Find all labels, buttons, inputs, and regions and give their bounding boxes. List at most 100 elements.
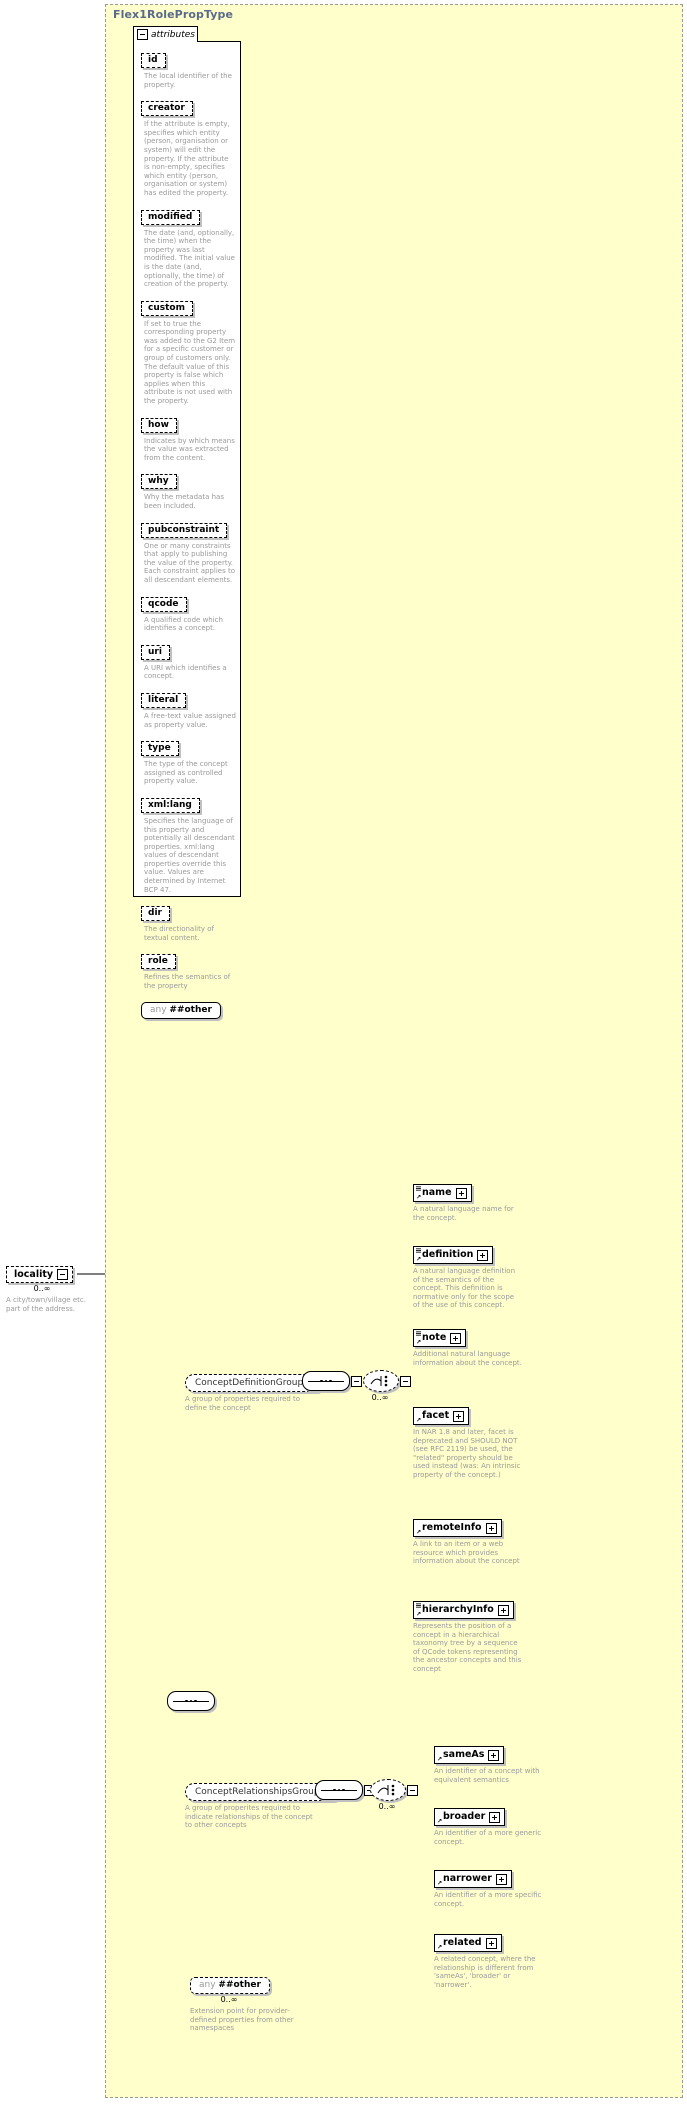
element-label: name <box>422 1187 452 1198</box>
attribute-chip[interactable]: modified <box>141 209 201 225</box>
expand-plus-icon[interactable] <box>450 1332 462 1344</box>
locality-label: locality <box>14 1269 54 1280</box>
attribute-chip[interactable]: how <box>141 417 177 433</box>
optional-arrow-icon: ↗ <box>416 1611 422 1618</box>
attribute-chip[interactable]: custom <box>141 300 193 316</box>
element-description: Represents the position of a concept in … <box>413 1622 522 1673</box>
choice-icon <box>370 1779 406 1801</box>
element-narrower[interactable]: ↗ narrower <box>434 1870 512 1888</box>
any-label: any <box>150 1004 167 1015</box>
element-description: A natural language definition of the sem… <box>413 1267 516 1310</box>
collapse-minus-icon[interactable] <box>57 1269 69 1280</box>
locality-element[interactable]: locality <box>6 1266 74 1283</box>
element-definition-node: ↗ definition A natural language definiti… <box>413 1242 523 1310</box>
attribute-description: A URI which identifies a concept. <box>144 663 227 681</box>
attribute-item: qcode A qualified code which identifies … <box>141 591 237 633</box>
attribute-item: uri A URI which identifies a concept. <box>141 639 237 681</box>
element-name[interactable]: ↗ name <box>413 1184 472 1202</box>
sequence-icon <box>302 1371 350 1391</box>
expand-plus-icon[interactable] <box>488 1749 500 1761</box>
attribute-description: Refines the semantics of the property <box>144 973 231 991</box>
element-description: An identifier of a more specific concept… <box>434 1891 542 1908</box>
element-facet-node: ↗ facet In NAR 1.8 and later, facet is d… <box>413 1403 523 1480</box>
expand-plus-icon[interactable] <box>485 1522 497 1534</box>
attribute-chip[interactable]: creator <box>141 101 193 117</box>
choice-glyph <box>370 1375 388 1387</box>
attribute-chip[interactable]: literal <box>141 692 187 708</box>
expand-plus-icon[interactable] <box>489 1811 501 1823</box>
any-other-attribute-chip[interactable]: any ##other <box>141 1001 221 1019</box>
expand-plus-icon[interactable] <box>497 1604 509 1616</box>
attribute-chip[interactable]: role <box>141 954 176 970</box>
any-other-content-chip[interactable]: any ##other <box>190 1977 270 1994</box>
element-label: narrower <box>443 1873 492 1884</box>
definition-group-sequence[interactable] <box>302 1371 362 1391</box>
expand-plus-icon[interactable] <box>477 1249 489 1261</box>
attribute-description: One or many constraints that apply to pu… <box>144 541 235 584</box>
sequence-icon <box>315 1780 363 1800</box>
element-broader[interactable]: ↗ broader <box>434 1808 506 1826</box>
attribute-item: literal A free-text value assigned as pr… <box>141 687 237 729</box>
attribute-description: The type of the concept assigned as cont… <box>144 760 228 786</box>
attribute-description: Indicates by which means the value was e… <box>144 436 235 462</box>
attribute-description: A free-text value assigned as property v… <box>144 711 236 729</box>
element-label: definition <box>422 1249 474 1260</box>
element-label: hierarchyInfo <box>422 1604 494 1615</box>
attribute-description: If set to true the corresponding propert… <box>144 319 236 406</box>
optional-arrow-icon: ↗ <box>416 1339 422 1346</box>
attribute-item: type The type of the concept assigned as… <box>141 735 237 786</box>
locality-occurrence: 0..∞ <box>33 1284 51 1293</box>
expand-plus-icon[interactable] <box>453 1410 465 1422</box>
namespace-label: ##other <box>218 1980 261 1990</box>
content-any-description: Extension point for provider-defined pro… <box>190 2007 294 2033</box>
attribute-item: why Why the metadata has been included. <box>141 468 237 510</box>
element-hierarchyinfo-node: ↗ hierarchyInfo Represents the position … <box>413 1597 523 1674</box>
attribute-item: creator If the attribute is empty, speci… <box>141 95 237 197</box>
collapse-minus-icon[interactable] <box>351 1376 362 1387</box>
attribute-description: The local identifier of the property. <box>144 72 232 89</box>
attribute-chip[interactable]: why <box>141 474 177 490</box>
collapse-minus-icon[interactable] <box>400 1376 411 1387</box>
element-description: A link to an item or a web resource whic… <box>413 1540 520 1566</box>
element-sameas[interactable]: ↗ sameAs <box>434 1746 505 1764</box>
element-definition[interactable]: ↗ definition <box>413 1246 494 1264</box>
attribute-description: If the attribute is empty, specifies whi… <box>144 120 230 197</box>
element-facet[interactable]: ↗ facet <box>413 1407 470 1425</box>
attribute-chip[interactable]: dir <box>141 906 170 922</box>
content-sequence-compositor[interactable] <box>167 1691 215 1711</box>
type-name-label: Flex1RolePropType <box>113 8 234 21</box>
attributes-tab[interactable]: attributes <box>133 26 198 42</box>
content-any-other-node: any ##other 0..∞ Extension point for pro… <box>190 1972 300 2033</box>
optional-arrow-icon: ↗ <box>416 1256 422 1263</box>
expand-plus-icon[interactable] <box>455 1187 467 1199</box>
definition-group-occurrence: 0..∞ <box>371 1393 389 1402</box>
expand-plus-icon[interactable] <box>485 1937 497 1949</box>
element-hierarchyinfo[interactable]: ↗ hierarchyInfo <box>413 1601 514 1619</box>
element-note-node: ↗ note Additional natural language infor… <box>413 1325 523 1367</box>
attribute-chip[interactable]: xml:lang <box>141 797 200 813</box>
group-label: ConceptRelationshipsGroup <box>195 1787 320 1797</box>
sequence-marker-icon <box>416 1186 421 1191</box>
attribute-item: role Refines the semantics of the proper… <box>141 948 237 990</box>
element-broader-node: ↗ broader An identifier of a more generi… <box>434 1804 544 1846</box>
definition-group-choice[interactable]: 0..∞ <box>363 1370 411 1402</box>
attribute-chip[interactable]: uri <box>141 644 170 660</box>
attribute-item: pubconstraint One or many constraints th… <box>141 517 237 585</box>
attribute-chip[interactable]: qcode <box>141 596 187 612</box>
collapse-minus-icon[interactable] <box>137 29 148 40</box>
relationships-group-sequence[interactable] <box>315 1780 375 1800</box>
attribute-chip[interactable]: pubconstraint <box>141 522 228 538</box>
expand-plus-icon[interactable] <box>495 1873 507 1885</box>
attribute-chip[interactable]: id <box>141 53 166 68</box>
collapse-minus-icon[interactable] <box>407 1785 418 1796</box>
sequence-icon <box>167 1691 215 1711</box>
element-related[interactable]: ↗ related <box>434 1934 502 1952</box>
element-note[interactable]: ↗ note <box>413 1329 467 1347</box>
element-label: related <box>443 1937 482 1948</box>
attributes-label: attributes <box>151 29 195 40</box>
relationships-group-choice[interactable]: 0..∞ <box>370 1779 418 1811</box>
element-remoteinfo[interactable]: ↗ remoteInfo <box>413 1519 502 1537</box>
namespace-label: ##other <box>169 1004 212 1015</box>
element-description: In NAR 1.8 and later, facet is deprecate… <box>413 1428 521 1479</box>
attribute-chip[interactable]: type <box>141 741 179 757</box>
